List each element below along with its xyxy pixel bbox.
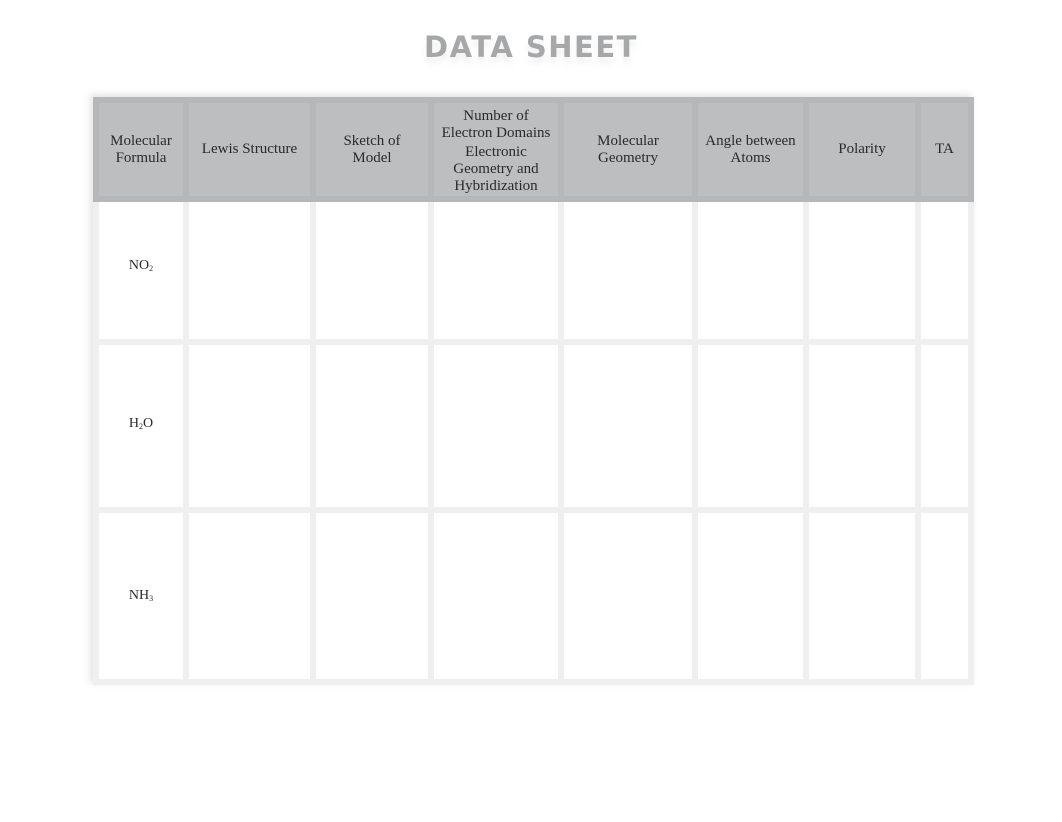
ta-cell[interactable]	[915, 507, 974, 685]
polarity-cell[interactable]	[803, 339, 921, 513]
header-molecular-formula: Molecular Formula	[93, 97, 189, 202]
header-ta: TA	[915, 97, 974, 202]
formula-subscript: 2	[149, 264, 154, 273]
header-angle-between-atoms: Angle between Atoms	[692, 97, 809, 202]
electron-domains-cell[interactable]	[428, 507, 564, 685]
electron-domains-cell[interactable]	[428, 196, 564, 345]
sketch-of-model-cell[interactable]	[310, 196, 434, 345]
formula-cell-h2o: H2O	[93, 339, 189, 513]
molecular-geometry-cell[interactable]	[558, 339, 698, 513]
molecular-geometry-cell[interactable]	[558, 196, 698, 345]
header-line: Hybridization	[454, 178, 538, 194]
data-sheet-table-container: Molecular Formula Lewis Structure Sketch…	[93, 97, 974, 685]
data-sheet-table: Molecular Formula Lewis Structure Sketch…	[93, 97, 974, 685]
header-line: Electron Domains	[441, 125, 551, 141]
header-electron-domains: Number of Electron Domains Electronic Ge…	[428, 97, 564, 202]
formula-subscript: 3	[149, 593, 154, 603]
header-line: TA	[935, 141, 954, 157]
formula-cell-no2: NO2	[93, 196, 189, 345]
header-line: Molecular	[597, 132, 659, 149]
header-line: Angle between	[705, 132, 796, 149]
header-line: Lewis Structure	[201, 141, 298, 157]
header-row: Molecular Formula Lewis Structure Sketch…	[93, 97, 974, 202]
angle-between-atoms-cell[interactable]	[692, 507, 809, 685]
header-sketch-of-model: Sketch of Model	[310, 97, 434, 202]
sketch-of-model-cell[interactable]	[310, 339, 434, 513]
header-line: Molecular	[110, 132, 172, 149]
lewis-structure-cell[interactable]	[183, 339, 316, 513]
angle-between-atoms-cell[interactable]	[692, 339, 809, 513]
header-polarity: Polarity	[803, 97, 921, 202]
header-lewis-structure: Lewis Structure	[183, 97, 316, 202]
header-line: Number of	[463, 108, 529, 124]
header-molecular-geometry: Molecular Geometry	[558, 97, 698, 202]
ta-cell[interactable]	[915, 196, 974, 345]
header-line: Formula	[115, 149, 167, 166]
ta-cell[interactable]	[915, 339, 974, 513]
formula-text: NH	[128, 587, 150, 603]
header-line: Model	[352, 149, 392, 166]
formula-cell-nh3: NH3	[93, 507, 189, 685]
header-line: Geometry and	[453, 161, 539, 177]
header-line: Polarity	[838, 141, 886, 157]
table-row: H2O	[93, 339, 974, 513]
electron-domains-cell[interactable]	[428, 339, 564, 513]
header-line: Electronic	[465, 144, 527, 160]
sketch-of-model-cell[interactable]	[310, 507, 434, 685]
header-line: Sketch of	[343, 132, 401, 149]
angle-between-atoms-cell[interactable]	[692, 196, 809, 345]
molecular-geometry-cell[interactable]	[558, 507, 698, 685]
lewis-structure-cell[interactable]	[183, 507, 316, 685]
table-row: NO2	[93, 196, 974, 345]
header-line: Geometry	[598, 149, 658, 166]
page-title: DATA SHEET	[424, 30, 638, 64]
table-row: NH3	[93, 507, 974, 685]
lewis-structure-cell[interactable]	[183, 196, 316, 345]
polarity-cell[interactable]	[803, 196, 921, 345]
formula-text: O	[143, 416, 154, 431]
polarity-cell[interactable]	[803, 507, 921, 685]
formula-text: H	[128, 416, 139, 431]
header-line: Atoms	[730, 149, 771, 166]
formula-text: NO	[128, 258, 150, 273]
